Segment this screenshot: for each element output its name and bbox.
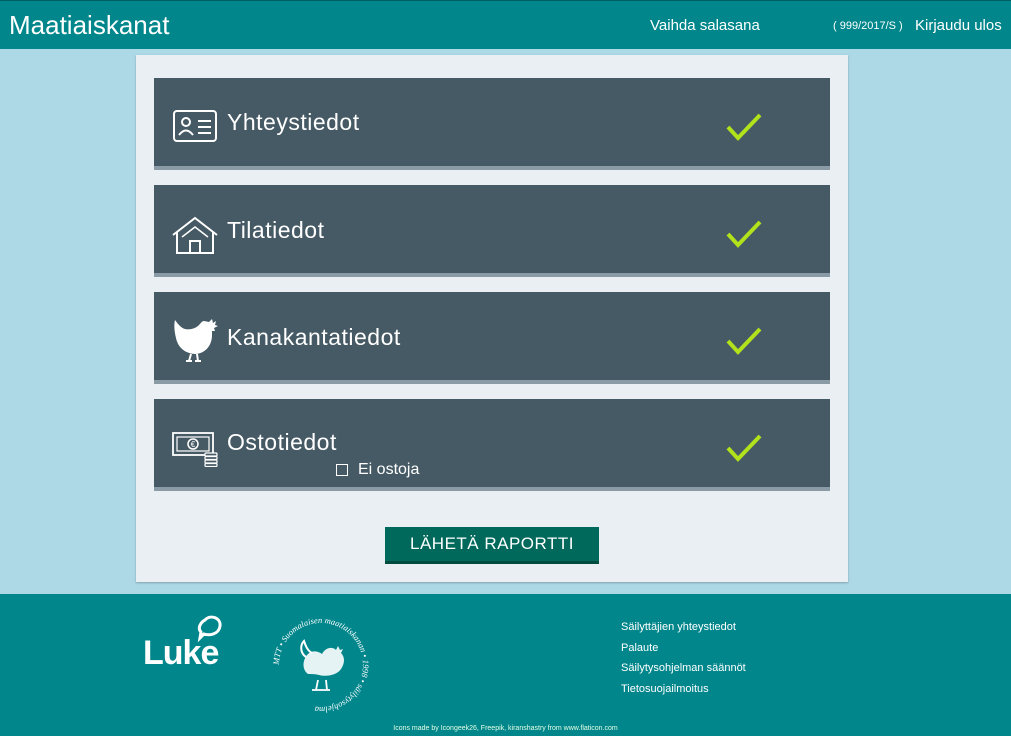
section-label: Tilatiedot xyxy=(227,217,325,243)
section-label: Yhteystiedot xyxy=(227,109,360,135)
footer-link-feedback[interactable]: Palaute xyxy=(621,642,746,654)
section-breed-info[interactable]: Kanakantatiedot xyxy=(154,292,830,384)
checkbox-box[interactable] xyxy=(336,464,348,476)
checkmark-icon xyxy=(726,327,762,355)
svg-text:€: € xyxy=(191,440,196,449)
luke-logo: Luke xyxy=(143,615,222,670)
section-label: Kanakantatiedot xyxy=(227,324,401,350)
footer: Luke MTT • Suomalaisen maatiaiskanan • 1… xyxy=(0,594,1011,736)
rooster-icon xyxy=(174,319,218,362)
app-title: Maatiaiskanat xyxy=(9,10,170,40)
section-farm-info[interactable]: Tilatiedot xyxy=(154,185,830,277)
checkmark-icon xyxy=(726,434,762,462)
top-bar: Maatiaiskanat Vaihda salasana ( 999/2017… xyxy=(0,0,1011,49)
footer-link-program-rules[interactable]: Säilytysohjelman säännöt xyxy=(621,662,746,674)
logout-link[interactable]: Kirjaudu ulos xyxy=(915,17,1002,34)
section-label: Ostotiedot xyxy=(227,429,337,455)
seal-logo: MTT • Suomalaisen maatiaiskanan • 1998 •… xyxy=(271,615,371,715)
contact-card-icon xyxy=(173,110,217,142)
no-purchase-label: Ei ostoja xyxy=(358,461,420,478)
money-icon: € xyxy=(172,432,218,467)
footer-link-keepers-contacts[interactable]: Säilyttäjien yhteystiedot xyxy=(621,621,746,633)
svg-text:Luke: Luke xyxy=(143,634,218,670)
icon-credits: Icons made by Icongeek26, Freepik, kiran… xyxy=(393,725,618,732)
section-purchase-info[interactable]: € Ostotiedot Ei ostoja xyxy=(154,399,830,491)
footer-link-privacy-notice[interactable]: Tietosuojailmoitus xyxy=(621,683,746,695)
footer-links: Säilyttäjien yhteystiedot Palaute Säilyt… xyxy=(621,621,746,703)
checkmark-icon xyxy=(726,220,762,248)
no-purchase-checkbox[interactable]: Ei ostoja xyxy=(336,461,419,479)
user-id-label: ( 999/2017/S ) xyxy=(833,20,903,32)
farm-house-icon xyxy=(172,216,218,254)
send-report-button[interactable]: LÄHETÄ RAPORTTI xyxy=(385,527,599,564)
change-password-link[interactable]: Vaihda salasana xyxy=(650,17,760,34)
section-contact-info[interactable]: Yhteystiedot xyxy=(154,78,830,170)
report-panel: Yhteystiedot Tilatiedot Kanakantatiedot xyxy=(136,55,848,582)
checkmark-icon xyxy=(726,113,762,141)
